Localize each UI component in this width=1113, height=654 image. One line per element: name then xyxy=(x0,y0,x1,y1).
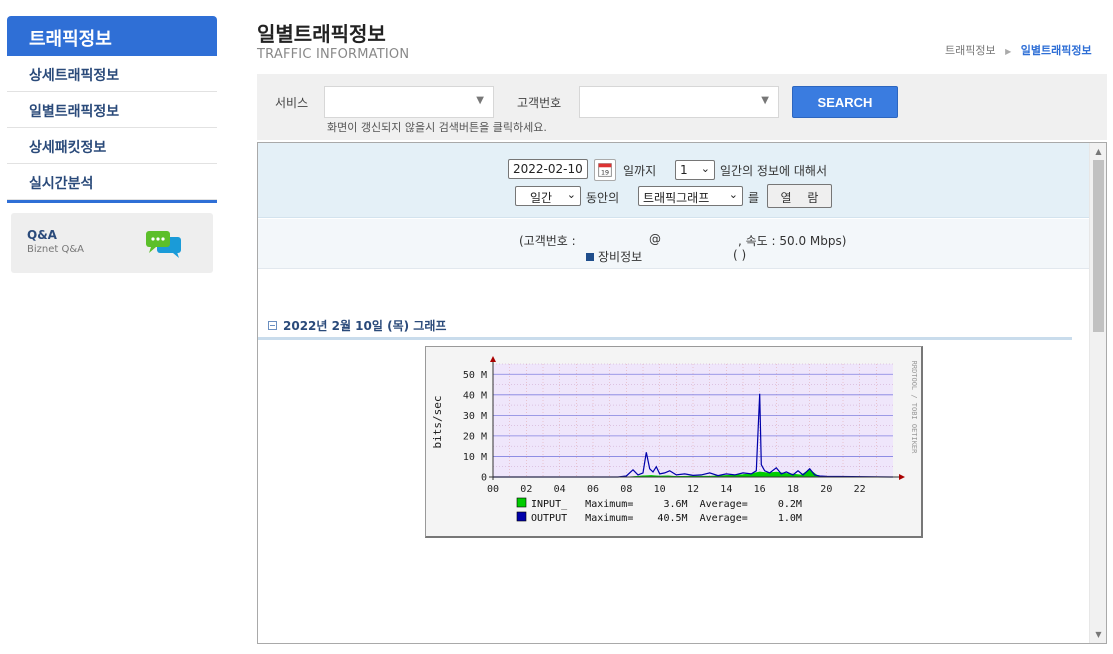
square-bullet-icon xyxy=(586,253,594,261)
unit-select-value: 일간 xyxy=(530,191,553,205)
legend-entry: INPUT_ Maximum= 3.6M Average= 0.2M xyxy=(531,499,802,510)
y-tick-label: 50 M xyxy=(463,370,487,381)
speed-text: , 속도 : 50.0 Mbps) xyxy=(738,234,847,248)
scroll-thumb[interactable] xyxy=(1093,160,1104,332)
sidebar-item-realtime-analysis[interactable]: 실시간분석 xyxy=(7,164,217,200)
sidebar-item-detail-packet[interactable]: 상세패킷정보 xyxy=(7,128,217,164)
sidebar-divider xyxy=(7,200,217,203)
traffic-graph: 00 02 04 06 08 10 12 14 16 18 20 22 0 10 M 20 M 30 M 40 … xyxy=(425,346,923,538)
sidebar-item-detail-traffic[interactable]: 상세트래픽정보 xyxy=(7,56,217,92)
breadcrumb-separator-icon: ▶ xyxy=(1005,47,1012,56)
graph-heading-underline xyxy=(258,337,1072,340)
qa-subtitle: Biznet Q&A xyxy=(27,244,84,255)
customer-at: @ xyxy=(649,232,661,246)
type-select-value: 트래픽그래프 xyxy=(643,191,710,205)
view-button[interactable]: 열 람 xyxy=(767,184,832,208)
sidebar-item-daily-traffic[interactable]: 일별트래픽정보 xyxy=(7,92,217,128)
x-tick-label: 12 xyxy=(687,484,699,495)
qa-title: Q&A xyxy=(27,228,57,242)
graph-heading: 2022년 2월 10일 (목) 그래프 xyxy=(268,317,446,334)
x-tick-label: 06 xyxy=(587,484,599,495)
search-bar: 서비스 ▼ 고객번호 ▼ SEARCH 화면이 갱신되지 않을시 검색버튼을 클… xyxy=(257,74,1107,140)
y-axis-label: bits/sec xyxy=(431,396,444,449)
traffic-chart: 00 02 04 06 08 10 12 14 16 18 20 22 0 10 M 20 M 30 M 40 … xyxy=(431,356,918,524)
during-label: 동안의 xyxy=(586,191,620,205)
y-tick-label: 20 M xyxy=(463,431,487,442)
scroll-down-icon[interactable]: ▼ xyxy=(1090,626,1106,643)
y-tick-label: 40 M xyxy=(463,390,487,401)
vertical-scrollbar[interactable]: ▲ ▼ xyxy=(1089,143,1106,643)
days-select[interactable]: 1 ⌄ xyxy=(675,160,715,180)
breadcrumb-item-current: 일별트래픽정보 xyxy=(1020,44,1092,57)
x-tick-label: 16 xyxy=(754,484,766,495)
qa-banner[interactable]: Q&A Biznet Q&A xyxy=(11,213,213,273)
y-tick-label: 30 M xyxy=(463,411,487,422)
service-label: 서비스 xyxy=(275,96,309,110)
date-input[interactable]: 2022-02-10 xyxy=(508,159,588,179)
page-title: 일별트래픽정보 xyxy=(257,22,386,46)
x-axis-arrow xyxy=(899,474,905,480)
customer-select[interactable]: ▼ xyxy=(579,86,779,118)
customer-label: 고객번호 xyxy=(517,96,562,110)
graph-heading-text: 2022년 2월 10일 (목) 그래프 xyxy=(283,319,447,333)
x-tick-label: 14 xyxy=(720,484,732,495)
equipment-paren: ( ) xyxy=(733,248,747,262)
period-text: 일간의 정보에 대해서 xyxy=(720,164,827,178)
equipment-info: 장비정보 xyxy=(586,248,642,265)
chevron-down-icon: ⌄ xyxy=(566,188,576,201)
legend-swatch xyxy=(516,511,527,522)
collapse-icon xyxy=(268,321,277,330)
sidebar-title: 트래픽정보 xyxy=(7,16,217,56)
search-hint: 화면이 갱신되지 않을시 검색버튼을 클릭하세요. xyxy=(327,121,547,134)
type-select[interactable]: 트래픽그래프 ⌄ xyxy=(638,186,743,206)
x-tick-label: 22 xyxy=(854,484,866,495)
chevron-down-icon: ⌄ xyxy=(728,188,738,201)
svg-text:19: 19 xyxy=(601,170,609,177)
chevron-down-icon: ▼ xyxy=(476,95,484,106)
days-select-value: 1 xyxy=(680,163,688,177)
rrdtool-credit: RRDTOOL / TOBI OETIKER xyxy=(910,361,918,455)
x-tick-label: 20 xyxy=(820,484,832,495)
sidebar-menu: 상세트래픽정보 일별트래픽정보 상세패킷정보 실시간분석 xyxy=(7,56,217,200)
y-tick-label: 10 M xyxy=(463,452,487,463)
until-label: 일까지 xyxy=(623,164,657,178)
page-subtitle: TRAFFIC INFORMATION xyxy=(257,47,410,62)
breadcrumb-item-traffic[interactable]: 트래픽정보 xyxy=(945,44,996,57)
x-tick-label: 04 xyxy=(554,484,566,495)
reul-label: 를 xyxy=(748,191,760,205)
search-button[interactable]: SEARCH xyxy=(792,86,898,118)
equipment-label: 장비정보 xyxy=(598,250,643,264)
chat-bubbles-icon xyxy=(146,231,181,258)
x-tick-label: 18 xyxy=(787,484,799,495)
chevron-down-icon: ⌄ xyxy=(700,162,710,175)
calendar-icon[interactable]: 19 xyxy=(594,159,616,181)
unit-select[interactable]: 일간 ⌄ xyxy=(515,186,581,206)
chart-grid xyxy=(493,363,893,477)
y-tick-label: 0 xyxy=(481,473,487,484)
query-controls: 2022-02-10 19 일까지 1 ⌄ 일간의 정보에 대해서 일간 ⌄ 동… xyxy=(258,143,1090,218)
scroll-up-icon[interactable]: ▲ xyxy=(1090,143,1106,160)
x-tick-label: 02 xyxy=(520,484,532,495)
legend-swatch xyxy=(516,497,527,508)
x-tick-label: 10 xyxy=(654,484,666,495)
customer-prefix: (고객번호 : xyxy=(519,234,576,248)
breadcrumb: 트래픽정보 ▶ 일별트래픽정보 xyxy=(945,42,1092,58)
legend-entry: OUTPUT Maximum= 40.5M Average= 1.0M xyxy=(531,513,802,524)
x-tick-label: 08 xyxy=(620,484,632,495)
service-select[interactable]: ▼ xyxy=(324,86,494,118)
chevron-down-icon: ▼ xyxy=(761,95,769,106)
content-frame: 2022-02-10 19 일까지 1 ⌄ 일간의 정보에 대해서 일간 ⌄ 동… xyxy=(257,142,1107,644)
customer-info: (고객번호 : @ , 속도 : 50.0 Mbps) 장비정보 ( ) xyxy=(258,219,1090,269)
x-tick-label: 00 xyxy=(487,484,499,495)
y-axis-arrow xyxy=(490,356,496,362)
